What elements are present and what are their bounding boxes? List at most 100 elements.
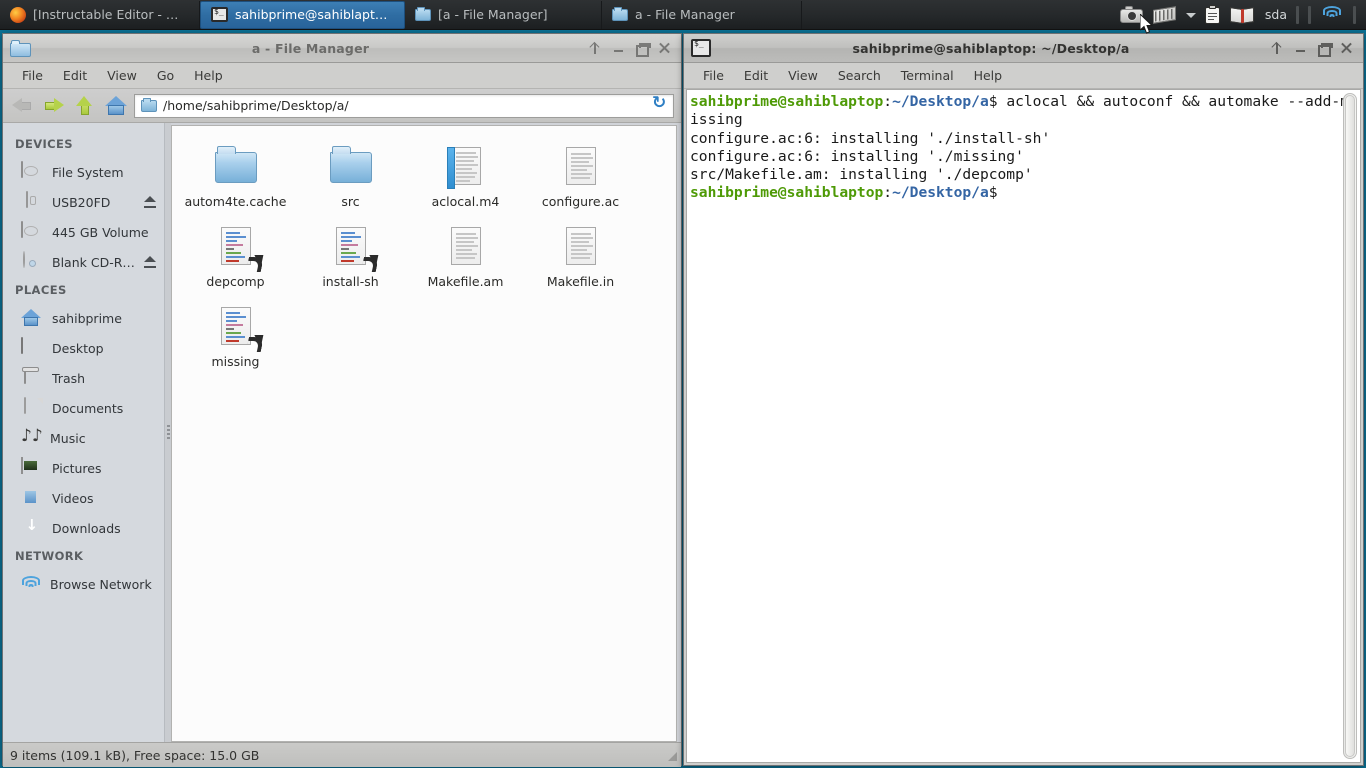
harddisk-icon bbox=[21, 161, 43, 182]
folder-icon bbox=[415, 6, 431, 21]
scrollbar-thumb[interactable] bbox=[1345, 95, 1355, 757]
taskbar-button-terminal[interactable]: sahibprime@sahiblapto... bbox=[200, 0, 405, 29]
usb-drive-icon bbox=[21, 191, 43, 212]
file-manager-body: DEVICES File System USB20FD 445 GB Volum… bbox=[3, 123, 681, 742]
terminal-line-text: configure.ac:6: installing './missing' bbox=[690, 147, 1024, 165]
file-item-configure-ac[interactable]: configure.ac bbox=[523, 140, 638, 220]
file-item-autom4te-cache[interactable]: autom4te.cache bbox=[178, 140, 293, 220]
forward-button[interactable] bbox=[41, 93, 68, 119]
file-item-install-sh[interactable]: install-sh bbox=[293, 220, 408, 300]
file-manager-window[interactable]: a - File Manager File Edit View Go Help … bbox=[2, 33, 682, 767]
taskbar-button-label: sahibprime@sahiblapto... bbox=[235, 7, 394, 22]
symlink-arrow-icon bbox=[251, 255, 263, 268]
folder-icon bbox=[612, 6, 628, 21]
document-icon bbox=[442, 142, 490, 190]
file-item-missing[interactable]: missing bbox=[178, 300, 293, 380]
terminal-prompt-colon: : bbox=[883, 184, 893, 202]
menu-item-search[interactable]: Search bbox=[829, 65, 890, 86]
sidebar-heading-places: PLACES bbox=[15, 283, 67, 297]
path-input[interactable]: /home/sahibprime/Desktop/a/ bbox=[134, 93, 674, 118]
terminal-screen[interactable]: sahibprime@sahiblaptop:~/Desktop/a$ aclo… bbox=[686, 89, 1361, 763]
file-item-makefile-am[interactable]: Makefile.am bbox=[408, 220, 523, 300]
file-item-depcomp[interactable]: depcomp bbox=[178, 220, 293, 300]
document-icon bbox=[21, 397, 43, 418]
terminal-window[interactable]: sahibprime@sahiblaptop: ~/Desktop/a File… bbox=[683, 33, 1364, 766]
shade-button[interactable] bbox=[1271, 42, 1284, 55]
minimize-button[interactable] bbox=[612, 42, 625, 55]
file-list[interactable]: autom4te.cache src aclocal.m4 configure.… bbox=[171, 125, 677, 742]
sidebar-item-music[interactable]: Music bbox=[3, 423, 164, 453]
sidebar-item-desktop[interactable]: Desktop bbox=[3, 333, 164, 363]
network-wifi-icon[interactable] bbox=[1320, 5, 1344, 24]
video-icon bbox=[21, 488, 43, 508]
file-item-label: aclocal.m4 bbox=[431, 194, 500, 209]
file-item-makefile-in[interactable]: Makefile.in bbox=[523, 220, 638, 300]
file-item-src[interactable]: src bbox=[293, 140, 408, 220]
menu-item-edit[interactable]: Edit bbox=[735, 65, 777, 86]
sidebar-item-pictures[interactable]: Pictures bbox=[3, 453, 164, 483]
back-button[interactable] bbox=[10, 93, 37, 119]
downloads-icon bbox=[21, 518, 43, 538]
reload-icon[interactable] bbox=[652, 93, 667, 113]
menu-item-terminal[interactable]: Terminal bbox=[892, 65, 963, 86]
maximize-button[interactable] bbox=[635, 42, 651, 57]
terminal-prompt-sigil: $ bbox=[988, 184, 998, 202]
sidebar-item-445gb-volume[interactable]: 445 GB Volume bbox=[3, 217, 164, 247]
sidebar-item-documents[interactable]: Documents bbox=[3, 393, 164, 423]
chevron-down-icon[interactable] bbox=[1185, 10, 1196, 20]
menu-item-file[interactable]: File bbox=[694, 65, 733, 86]
sidebar-item-downloads[interactable]: Downloads bbox=[3, 513, 164, 543]
menu-item-help[interactable]: Help bbox=[185, 65, 232, 86]
disk-mount-label[interactable]: sda bbox=[1265, 7, 1287, 22]
menu-item-file[interactable]: File bbox=[13, 65, 52, 86]
eject-icon[interactable] bbox=[144, 256, 156, 268]
terminal-prompt-path: ~/Desktop/a bbox=[892, 93, 989, 110]
sidebar-item-label: Trash bbox=[52, 370, 86, 386]
minimize-button[interactable] bbox=[1294, 42, 1307, 55]
taskbar-button-label: [Instructable Editor - Mo... bbox=[33, 7, 189, 22]
harddisk-icon bbox=[21, 221, 43, 242]
file-item-label: Makefile.am bbox=[427, 274, 504, 289]
file-item-label: configure.ac bbox=[541, 194, 620, 209]
terminal-icon bbox=[691, 39, 711, 57]
sidebar-item-videos[interactable]: Videos bbox=[3, 483, 164, 513]
sidebar-item-label: Videos bbox=[52, 490, 94, 506]
maximize-button[interactable] bbox=[1317, 42, 1333, 57]
menu-item-go[interactable]: Go bbox=[148, 65, 183, 86]
file-item-label: autom4te.cache bbox=[184, 194, 287, 209]
menu-item-edit[interactable]: Edit bbox=[54, 65, 96, 86]
music-icon bbox=[21, 426, 43, 448]
taskbar-button-file-manager[interactable]: a - File Manager bbox=[602, 0, 802, 29]
sidebar-item-label: Downloads bbox=[52, 520, 121, 536]
sidebar-item-file-system[interactable]: File System bbox=[3, 157, 164, 187]
sidebar-item-blank-cdr[interactable]: Blank CD-R ... bbox=[3, 247, 164, 277]
home-button[interactable] bbox=[103, 93, 130, 119]
close-button[interactable] bbox=[658, 42, 671, 55]
keyboard-layout-icon[interactable] bbox=[1152, 5, 1177, 24]
sidebar-item-usb20fd[interactable]: USB20FD bbox=[3, 187, 164, 217]
sidebar-item-browse-network[interactable]: Browse Network bbox=[3, 569, 164, 599]
script-file-icon bbox=[212, 302, 263, 350]
folder-icon bbox=[327, 142, 375, 190]
taskbar-button-firefox[interactable]: [Instructable Editor - Mo... bbox=[0, 0, 200, 29]
menu-item-view[interactable]: View bbox=[98, 65, 146, 86]
terminal-titlebar[interactable]: sahibprime@sahiblaptop: ~/Desktop/a bbox=[684, 34, 1363, 63]
shade-button[interactable] bbox=[589, 42, 602, 55]
menu-item-view[interactable]: View bbox=[779, 65, 827, 86]
taskbar-button-file-manager-minimized[interactable]: [a - File Manager] bbox=[405, 0, 602, 29]
eject-icon[interactable] bbox=[144, 196, 156, 208]
file-manager-titlebar[interactable]: a - File Manager bbox=[3, 34, 681, 63]
resize-grip[interactable] bbox=[666, 750, 677, 761]
terminal-scrollbar[interactable] bbox=[1343, 93, 1357, 759]
up-button[interactable] bbox=[72, 93, 99, 119]
trash-icon bbox=[21, 367, 43, 388]
close-button[interactable] bbox=[1340, 42, 1353, 55]
status-text: 9 items (109.1 kB), Free space: 15.0 GB bbox=[10, 747, 260, 763]
sidebar-item-trash[interactable]: Trash bbox=[3, 363, 164, 393]
dictionary-icon[interactable] bbox=[1229, 5, 1256, 25]
network-icon bbox=[21, 576, 41, 592]
sidebar-item-sahibprime[interactable]: sahibprime bbox=[3, 303, 164, 333]
file-item-aclocal-m4[interactable]: aclocal.m4 bbox=[408, 140, 523, 220]
menu-item-help[interactable]: Help bbox=[965, 65, 1012, 86]
clipboard-icon[interactable] bbox=[1204, 4, 1221, 25]
